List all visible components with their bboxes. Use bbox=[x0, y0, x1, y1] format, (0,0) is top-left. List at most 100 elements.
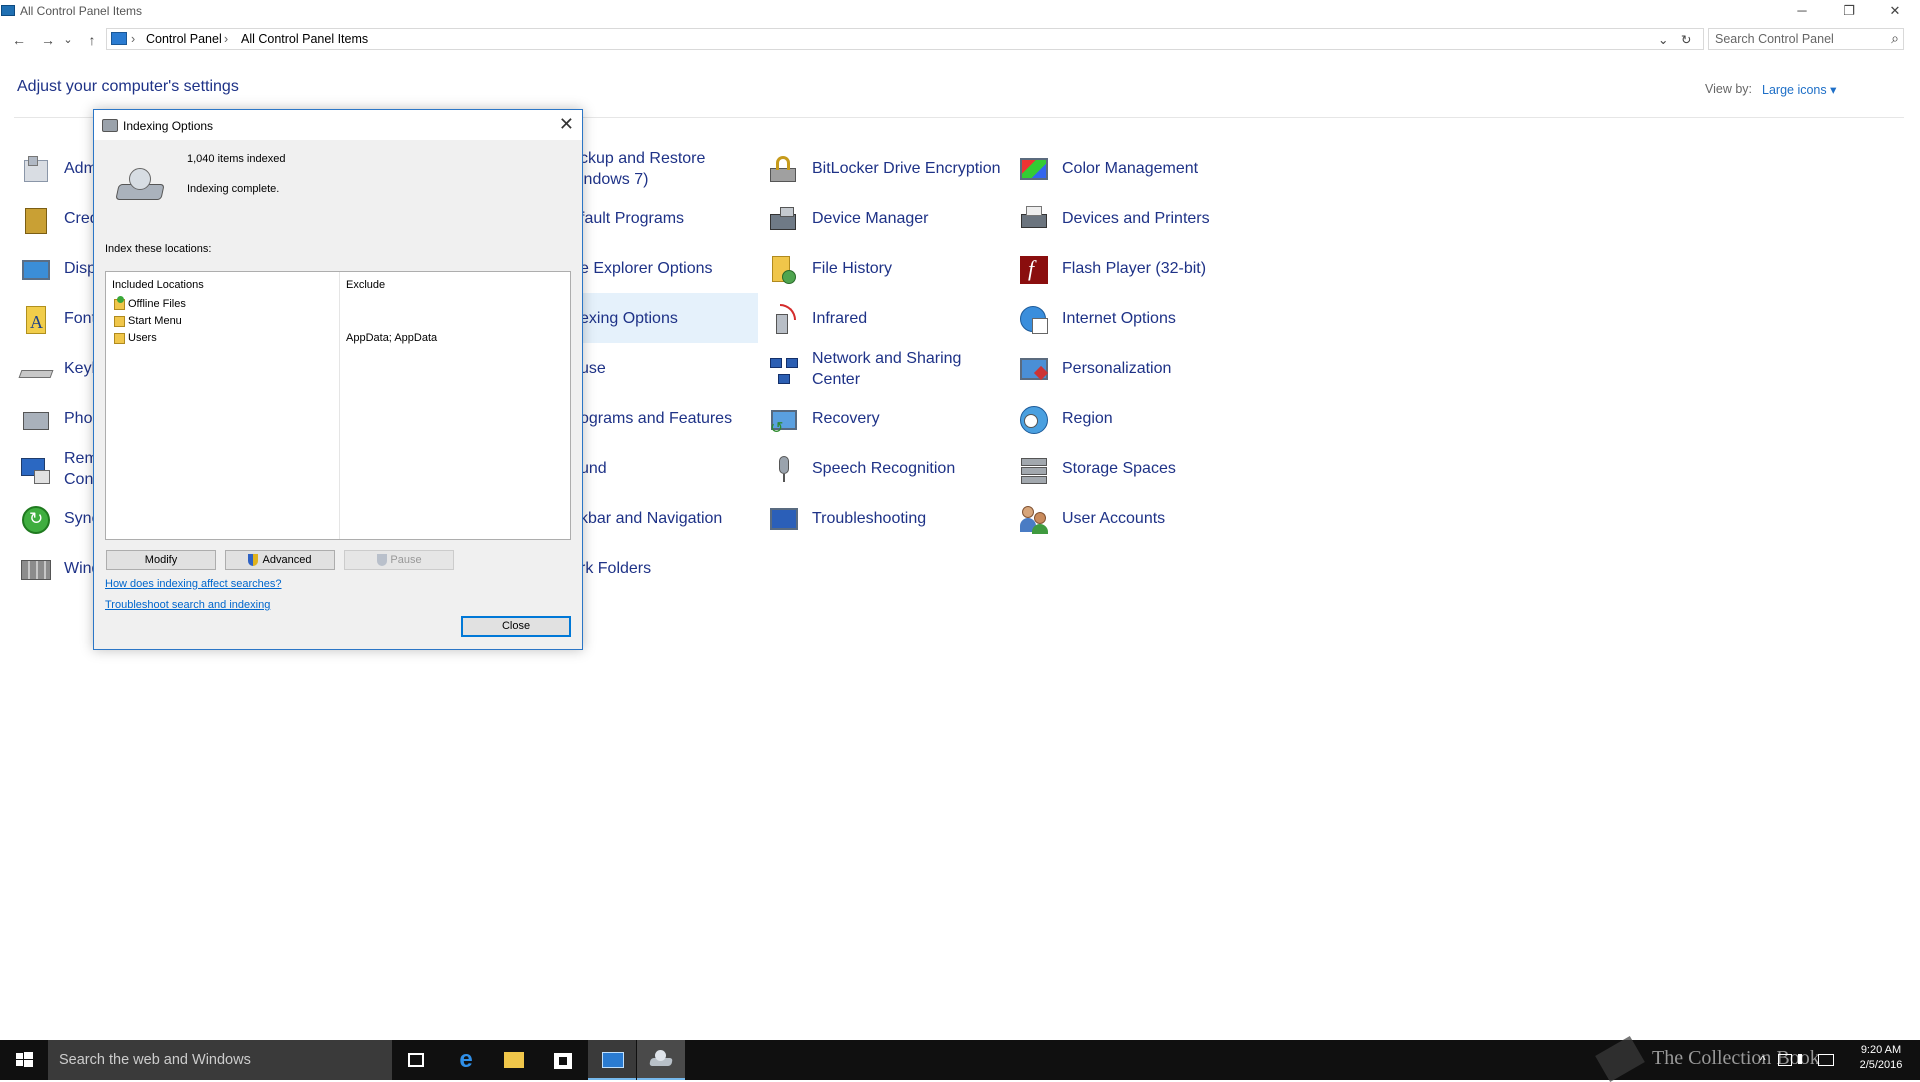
modify-button[interactable]: Modify bbox=[106, 550, 216, 570]
bitlocker-icon bbox=[768, 154, 800, 186]
title-bar: All Control Panel Items ─ ❐ ✕ bbox=[0, 0, 1920, 22]
item-flash-player[interactable]: f Flash Player (32-bit) bbox=[1018, 248, 1258, 294]
task-view-icon[interactable] bbox=[392, 1040, 440, 1080]
taskbar-search-input[interactable]: Search the web and Windows bbox=[59, 1052, 251, 1068]
column-header-included[interactable]: Included Locations bbox=[112, 279, 204, 291]
printer-icon bbox=[1018, 204, 1050, 236]
how-indexing-affects-link[interactable]: How does indexing affect searches? bbox=[105, 578, 282, 590]
taskbar: Search the web and Windows e The Collect… bbox=[0, 1036, 1920, 1082]
breadcrumb-control-panel[interactable]: Control Panel bbox=[146, 32, 222, 46]
search-input[interactable]: Search Control Panel bbox=[1715, 32, 1834, 46]
network-icon bbox=[768, 354, 800, 386]
locations-list[interactable]: Included Locations Exclude Offline Files… bbox=[105, 271, 571, 540]
indexing-options-taskbar-icon[interactable] bbox=[637, 1040, 685, 1080]
forward-arrow-icon[interactable]: → bbox=[37, 28, 59, 52]
list-item[interactable]: Users AppData; AppData bbox=[112, 331, 566, 347]
user-accounts-icon bbox=[1018, 504, 1050, 536]
search-icon[interactable]: ⌕ bbox=[1891, 30, 1899, 47]
minimize-button[interactable]: ─ bbox=[1779, 0, 1825, 22]
taskbar-search[interactable]: Search the web and Windows bbox=[48, 1040, 392, 1080]
credential-manager-icon bbox=[20, 204, 52, 236]
store-icon[interactable] bbox=[539, 1040, 587, 1080]
items-indexed-count: 1,040 items indexed bbox=[187, 153, 286, 165]
firewall-icon bbox=[20, 554, 52, 586]
color-management-icon bbox=[1018, 154, 1050, 186]
item-devices-and-printers[interactable]: Devices and Printers bbox=[1018, 198, 1258, 244]
item-troubleshooting[interactable]: Troubleshooting bbox=[768, 498, 1008, 544]
item-recovery[interactable]: ↺ Recovery bbox=[768, 398, 1008, 444]
item-region[interactable]: Region bbox=[1018, 398, 1258, 444]
administrative-tools-icon bbox=[20, 154, 52, 186]
fonts-icon: A bbox=[20, 304, 52, 336]
item-bitlocker[interactable]: BitLocker Drive Encryption bbox=[768, 148, 1008, 194]
up-arrow-icon[interactable]: ↑ bbox=[81, 28, 103, 52]
page-title: Adjust your computer's settings bbox=[17, 78, 239, 95]
clock[interactable]: 9:20 AM 2/5/2016 bbox=[1856, 1044, 1906, 1071]
item-personalization[interactable]: Personalization bbox=[1018, 348, 1258, 394]
control-panel-app-icon bbox=[1, 5, 15, 16]
item-user-accounts[interactable]: User Accounts bbox=[1018, 498, 1258, 544]
flash-player-icon: f bbox=[1018, 254, 1050, 286]
sync-icon: ↻ bbox=[20, 504, 52, 536]
item-infrared[interactable]: Infrared bbox=[768, 298, 1008, 344]
edge-browser-icon[interactable]: e bbox=[442, 1040, 490, 1080]
view-by-dropdown[interactable]: Large icons ▾ bbox=[1762, 82, 1836, 97]
restore-button[interactable]: ❐ bbox=[1826, 0, 1872, 22]
infrared-icon bbox=[768, 304, 800, 336]
phone-icon bbox=[20, 404, 52, 436]
breadcrumb-all-items[interactable]: All Control Panel Items bbox=[241, 32, 368, 46]
action-center-icon[interactable] bbox=[1818, 1054, 1834, 1066]
item-network-and-sharing[interactable]: Network and Sharing Center bbox=[768, 348, 1008, 394]
pause-button: Pause bbox=[344, 550, 454, 570]
start-button[interactable] bbox=[0, 1040, 48, 1080]
file-explorer-icon[interactable] bbox=[490, 1040, 538, 1080]
book-watermark-icon bbox=[1595, 1036, 1645, 1082]
refresh-icon[interactable]: ↻ bbox=[1681, 32, 1691, 47]
internet-options-icon bbox=[1018, 304, 1050, 336]
indexing-icon bbox=[102, 119, 118, 132]
close-button[interactable]: Close bbox=[461, 616, 571, 637]
item-internet-options[interactable]: Internet Options bbox=[1018, 298, 1258, 344]
clock-date: 2/5/2016 bbox=[1859, 1059, 1903, 1071]
indexing-status: Indexing complete. bbox=[187, 183, 280, 195]
sync-badge-icon bbox=[117, 296, 124, 303]
back-arrow-icon[interactable]: ← bbox=[8, 28, 30, 52]
file-history-icon bbox=[768, 254, 800, 286]
region-icon bbox=[1018, 404, 1050, 436]
advanced-button[interactable]: Advanced bbox=[225, 550, 335, 570]
list-item[interactable]: Offline Files bbox=[112, 296, 566, 313]
troubleshoot-indexing-link[interactable]: Troubleshoot search and indexing bbox=[105, 599, 270, 611]
control-panel-taskbar-icon[interactable] bbox=[588, 1040, 636, 1080]
view-by-label: View by: bbox=[1705, 82, 1753, 96]
search-box[interactable]: Search Control Panel ⌕ bbox=[1708, 28, 1904, 50]
item-storage-spaces[interactable]: Storage Spaces bbox=[1018, 448, 1258, 494]
close-window-button[interactable]: ✕ bbox=[1872, 0, 1918, 22]
indexing-options-dialog: Indexing Options ✕ 1,040 items indexed I… bbox=[93, 109, 583, 650]
index-locations-label: Index these locations: bbox=[105, 243, 212, 255]
volume-icon[interactable] bbox=[1798, 1054, 1814, 1064]
personalization-icon bbox=[1018, 354, 1050, 386]
watermark-text: The Collection Book bbox=[1652, 1047, 1820, 1069]
folder-icon bbox=[114, 316, 125, 327]
breadcrumb-separator: › bbox=[224, 32, 229, 46]
remote-connections-icon bbox=[20, 454, 52, 486]
breadcrumb-separator: › bbox=[131, 32, 136, 46]
item-device-manager[interactable]: Device Manager bbox=[768, 198, 1008, 244]
keyboard-icon bbox=[18, 354, 54, 386]
network-tray-icon[interactable] bbox=[1778, 1054, 1792, 1066]
item-file-history[interactable]: File History bbox=[768, 248, 1008, 294]
display-icon bbox=[20, 254, 52, 286]
window-title: All Control Panel Items bbox=[20, 4, 143, 18]
dialog-close-icon[interactable]: ✕ bbox=[559, 114, 574, 135]
recent-locations-icon[interactable]: ⌄ bbox=[61, 28, 75, 52]
tray-expand-icon[interactable]: ^ bbox=[1760, 1053, 1766, 1067]
address-dropdown-icon[interactable]: ⌄ bbox=[1658, 32, 1668, 47]
recovery-icon: ↺ bbox=[768, 404, 800, 437]
item-speech-recognition[interactable]: Speech Recognition bbox=[768, 448, 1008, 494]
list-item[interactable]: Start Menu bbox=[112, 314, 566, 330]
item-color-management[interactable]: Color Management bbox=[1018, 148, 1258, 194]
dialog-title-bar: Indexing Options ✕ bbox=[94, 110, 582, 140]
column-header-exclude[interactable]: Exclude bbox=[346, 279, 385, 291]
shield-icon bbox=[248, 554, 258, 566]
address-bar[interactable]: › Control Panel › All Control Panel Item… bbox=[106, 28, 1704, 50]
